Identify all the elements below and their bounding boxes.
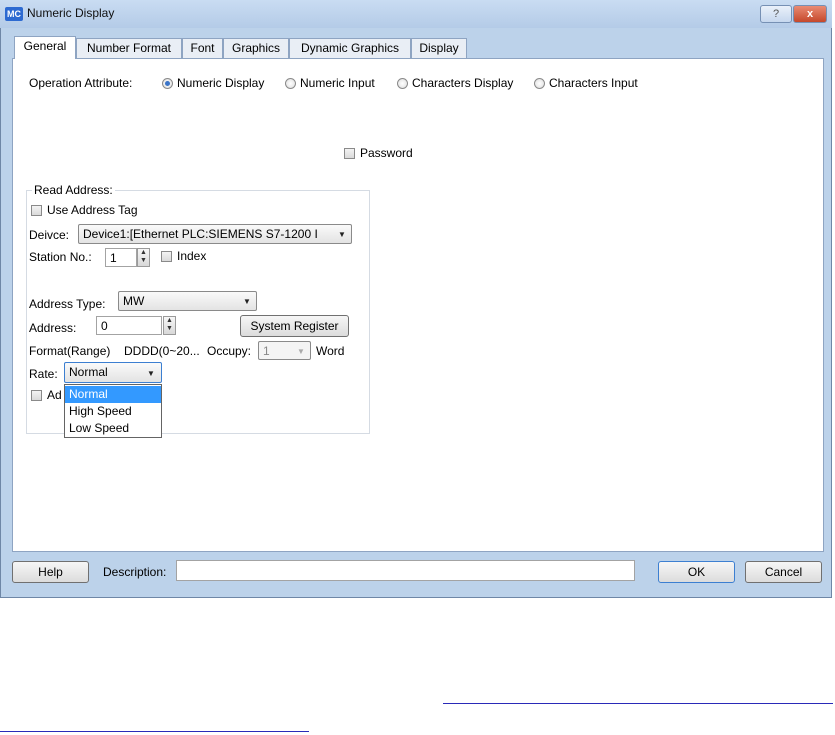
read-address-label: Read Address: (32, 183, 115, 197)
format-range-value: DDDD(0~20... (124, 344, 200, 358)
word-label: Word (316, 344, 345, 358)
rate-value: Normal (69, 365, 108, 379)
help-caption-button[interactable]: ? (760, 5, 792, 23)
use-address-tag-checkbox[interactable] (31, 205, 42, 216)
device-select[interactable]: Device1:[Ethernet PLC:SIEMENS S7-1200 I (78, 224, 352, 244)
address-stepper[interactable]: ▲ ▼ (163, 316, 176, 335)
tab-font[interactable]: Font (182, 38, 223, 58)
chevron-down-icon: ▼ (147, 369, 155, 378)
address-input[interactable]: 0 (96, 316, 162, 335)
radio-characters-display-label: Characters Display (412, 76, 514, 90)
address-type-label: Address Type: (29, 297, 106, 311)
tab-dynamic-graphics[interactable]: Dynamic Graphics (289, 38, 411, 58)
station-no-stepper[interactable]: ▲ ▼ (137, 248, 150, 267)
index-label: Index (177, 249, 207, 263)
address-type-value: MW (123, 294, 145, 308)
occupy-value: 1 (263, 344, 270, 358)
chevron-down-icon: ▼ (297, 347, 305, 356)
occupy-label: Occupy: (207, 344, 252, 358)
address-label: Address: (29, 321, 77, 335)
radio-characters-input-label: Characters Input (549, 76, 638, 90)
radio-numeric-input[interactable] (285, 78, 296, 89)
tab-graphics[interactable]: Graphics (223, 38, 289, 58)
radio-characters-input[interactable] (534, 78, 545, 89)
rate-option-high-speed[interactable]: High Speed (65, 403, 161, 420)
system-register-button[interactable]: System Register (240, 315, 349, 337)
rate-option-normal[interactable]: Normal (65, 386, 161, 403)
rate-option-low-speed[interactable]: Low Speed (65, 420, 161, 437)
use-address-tag-label: Use Address Tag (47, 203, 138, 217)
tab-number-format[interactable]: Number Format (76, 38, 182, 58)
index-checkbox[interactable] (161, 251, 172, 262)
rate-label: Rate: (29, 367, 58, 381)
link-underline[interactable] (443, 703, 833, 704)
radio-numeric-display[interactable] (162, 78, 173, 89)
help-button[interactable]: Help (12, 561, 89, 583)
device-label: Deivce: (29, 228, 70, 242)
format-range-label: Format(Range) (29, 344, 111, 358)
cancel-button[interactable]: Cancel (745, 561, 822, 583)
password-label: Password (360, 146, 413, 160)
radio-numeric-display-label: Numeric Display (177, 76, 265, 90)
close-icon[interactable]: x (793, 5, 827, 23)
tab-general[interactable]: General (14, 36, 76, 59)
station-no-input[interactable]: 1 (105, 248, 137, 267)
partial-checkbox[interactable] (31, 390, 42, 401)
link-underline[interactable] (0, 731, 309, 732)
operation-attribute-label: Operation Attribute: (29, 76, 133, 90)
radio-numeric-input-label: Numeric Input (300, 76, 375, 90)
description-label: Description: (103, 565, 167, 579)
description-input[interactable] (176, 560, 635, 581)
ok-button[interactable]: OK (658, 561, 735, 583)
chevron-down-icon: ▼ (338, 230, 346, 239)
chevron-down-icon: ▼ (243, 297, 251, 306)
rate-dropdown-list: Normal High Speed Low Speed (64, 384, 162, 438)
address-type-select[interactable]: MW (118, 291, 257, 311)
window-title: Numeric Display (27, 6, 115, 20)
radio-characters-display[interactable] (397, 78, 408, 89)
tab-display[interactable]: Display (411, 38, 467, 58)
station-no-label: Station No.: (29, 250, 92, 264)
password-checkbox[interactable] (344, 148, 355, 159)
device-value: Device1:[Ethernet PLC:SIEMENS S7-1200 I (83, 227, 318, 241)
partial-checkbox-label: Ad (47, 388, 62, 402)
app-icon: MC (5, 7, 23, 21)
title-bar[interactable] (0, 0, 832, 28)
